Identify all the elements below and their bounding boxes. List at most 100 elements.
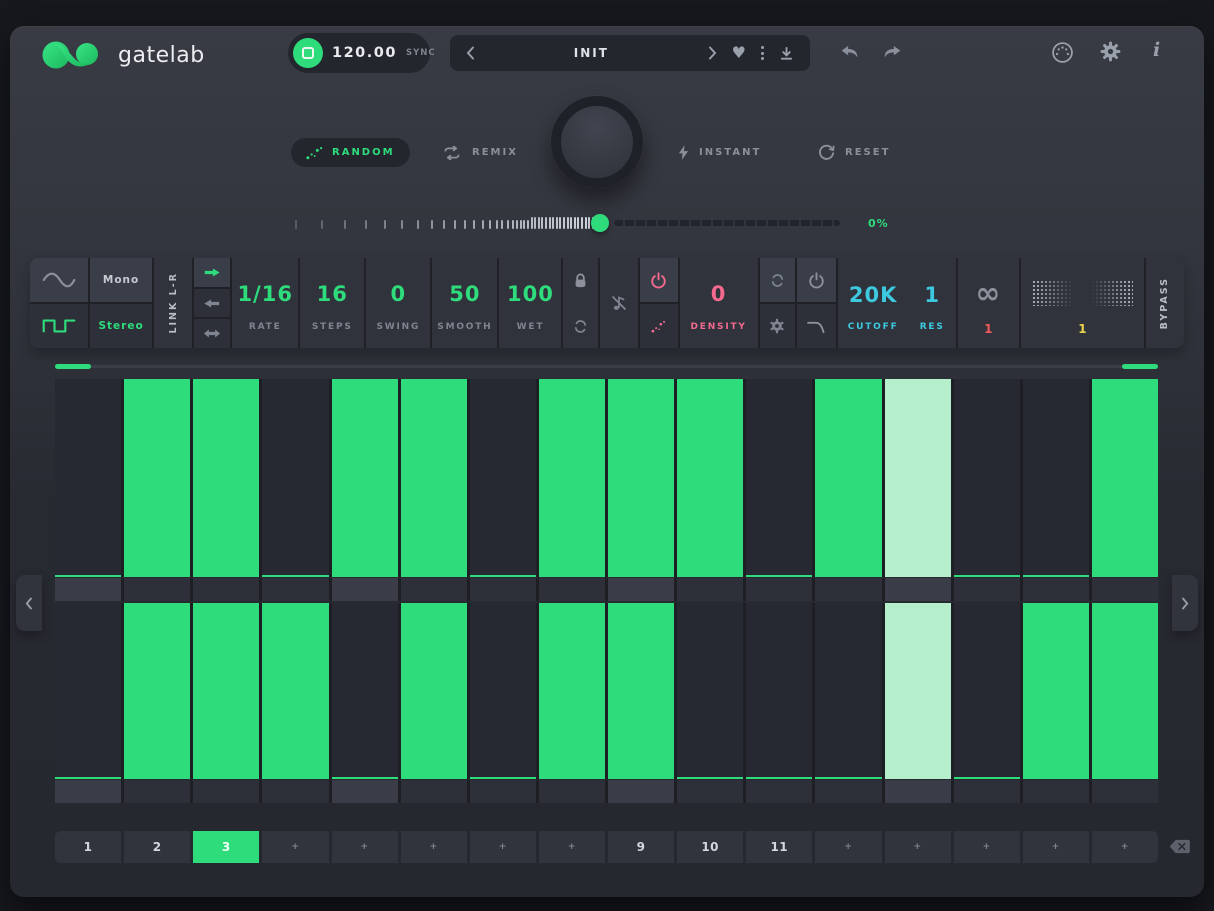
delete-pattern-button[interactable] [1169, 839, 1190, 854]
accent-cell-2-11[interactable] [746, 780, 812, 803]
accent-cell-1-11[interactable] [746, 578, 812, 601]
pattern-slot-1[interactable]: 1 [55, 831, 121, 863]
link-lr-toggle[interactable]: LINK L-R [154, 258, 192, 348]
pattern-add-slot-15[interactable]: + [1023, 831, 1089, 863]
pattern-add-slot-12[interactable]: + [815, 831, 881, 863]
lock-button[interactable] [563, 258, 597, 302]
sync-toggle[interactable]: SYNC [406, 48, 436, 58]
wet-control[interactable]: 100 WET [499, 258, 561, 348]
tempo-value[interactable]: 120.00 [332, 45, 397, 61]
gate-step-left-12[interactable] [815, 379, 881, 577]
gate-step-left-15[interactable] [1023, 379, 1089, 577]
density-random-button[interactable] [640, 304, 678, 348]
pattern-add-slot-5[interactable]: + [332, 831, 398, 863]
filter-power-button[interactable] [797, 258, 836, 302]
gate-step-left-14[interactable] [954, 379, 1020, 577]
pattern-add-slot-14[interactable]: + [954, 831, 1020, 863]
gate-step-right-4[interactable] [262, 603, 328, 779]
accent-cell-2-2[interactable] [124, 780, 190, 803]
gate-step-left-9[interactable] [608, 379, 674, 577]
page-prev-button[interactable] [16, 575, 42, 631]
steps-control[interactable]: 16 STEPS [300, 258, 364, 348]
gate-step-left-7[interactable] [470, 379, 536, 577]
info-button[interactable]: i [1153, 39, 1160, 61]
save-preset-button[interactable] [779, 46, 794, 61]
gate-step-right-6[interactable] [401, 603, 467, 779]
mute-note-button[interactable] [600, 258, 638, 348]
resonance-control[interactable]: 1 RES [909, 258, 956, 348]
mono-button[interactable]: Mono [90, 258, 152, 302]
gate-step-right-11[interactable] [746, 603, 812, 779]
midi-settings-button[interactable] [1051, 41, 1074, 64]
undo-button[interactable] [840, 46, 860, 59]
gate-step-left-10[interactable] [677, 379, 743, 577]
gate-step-right-7[interactable] [470, 603, 536, 779]
density-control[interactable]: 0 DENSITY [680, 258, 758, 348]
stop-button[interactable] [293, 38, 323, 68]
pattern-slot-3[interactable]: 3 [193, 831, 259, 863]
gate-step-right-10[interactable] [677, 603, 743, 779]
accent-cell-1-7[interactable] [470, 578, 536, 601]
instant-mode-button[interactable]: INSTANT [678, 138, 761, 167]
accent-cell-1-5[interactable] [332, 578, 398, 601]
gate-step-right-13[interactable] [885, 603, 951, 779]
gate-step-left-6[interactable] [401, 379, 467, 577]
redo-button[interactable] [882, 46, 902, 59]
preset-name[interactable]: INIT [490, 46, 693, 60]
gate-step-right-3[interactable] [193, 603, 259, 779]
pattern-add-slot-16[interactable]: + [1092, 831, 1158, 863]
accent-cell-1-4[interactable] [262, 578, 328, 601]
filter-type-button[interactable] [797, 304, 836, 348]
accent-cell-2-6[interactable] [401, 780, 467, 803]
gate-step-left-11[interactable] [746, 379, 812, 577]
randomizer-knob[interactable] [551, 96, 643, 188]
filter-settings-button[interactable] [760, 304, 795, 348]
gate-step-left-1[interactable] [55, 379, 121, 577]
accent-cell-2-10[interactable] [677, 780, 743, 803]
gate-step-right-1[interactable] [55, 603, 121, 779]
accent-cell-2-4[interactable] [262, 780, 328, 803]
settings-button[interactable] [1100, 41, 1121, 62]
relock-button[interactable] [563, 304, 597, 348]
remix-mode-button[interactable]: REMIX [442, 138, 518, 167]
accent-cell-1-8[interactable] [539, 578, 605, 601]
gate-step-left-5[interactable] [332, 379, 398, 577]
density-power-button[interactable] [640, 258, 678, 302]
pattern-slot-2[interactable]: 2 [124, 831, 190, 863]
pattern-slot-9[interactable]: 9 [608, 831, 674, 863]
accent-cell-1-2[interactable] [124, 578, 190, 601]
pattern-add-slot-6[interactable]: + [401, 831, 467, 863]
sine-wave-button[interactable] [30, 258, 88, 302]
accent-cell-1-12[interactable] [815, 578, 881, 601]
rate-control[interactable]: 1/16 RATE [232, 258, 298, 348]
pattern-add-slot-13[interactable]: + [885, 831, 951, 863]
gate-step-right-16[interactable] [1092, 603, 1158, 779]
preset-menu-button[interactable] [761, 46, 764, 60]
pattern-add-slot-7[interactable]: + [470, 831, 536, 863]
favorite-button[interactable]: ♥ [732, 45, 746, 61]
gate-step-left-3[interactable] [193, 379, 259, 577]
gate-step-left-16[interactable] [1092, 379, 1158, 577]
gate-step-left-8[interactable] [539, 379, 605, 577]
direction-pingpong-button[interactable] [194, 319, 230, 348]
reset-button[interactable]: RESET [818, 138, 890, 167]
filter-random-button[interactable] [760, 258, 795, 302]
gate-step-right-14[interactable] [954, 603, 1020, 779]
accent-cell-1-3[interactable] [193, 578, 259, 601]
accent-cell-2-5[interactable] [332, 780, 398, 803]
accent-cell-2-16[interactable] [1092, 780, 1158, 803]
infinity-repeat-control[interactable]: ∞ 1 [958, 258, 1019, 348]
pattern-add-slot-8[interactable]: + [539, 831, 605, 863]
accent-cell-2-13[interactable] [885, 780, 951, 803]
gate-step-right-9[interactable] [608, 603, 674, 779]
gate-step-right-15[interactable] [1023, 603, 1089, 779]
accent-cell-1-16[interactable] [1092, 578, 1158, 601]
random-mode-button[interactable]: RANDOM [291, 138, 410, 167]
stereo-button[interactable]: Stereo [90, 304, 152, 348]
scroll-handle-left[interactable] [55, 364, 91, 369]
gate-step-right-2[interactable] [124, 603, 190, 779]
pattern-add-slot-4[interactable]: + [262, 831, 328, 863]
accent-cell-2-1[interactable] [55, 780, 121, 803]
accent-cell-1-10[interactable] [677, 578, 743, 601]
accent-cell-2-12[interactable] [815, 780, 881, 803]
